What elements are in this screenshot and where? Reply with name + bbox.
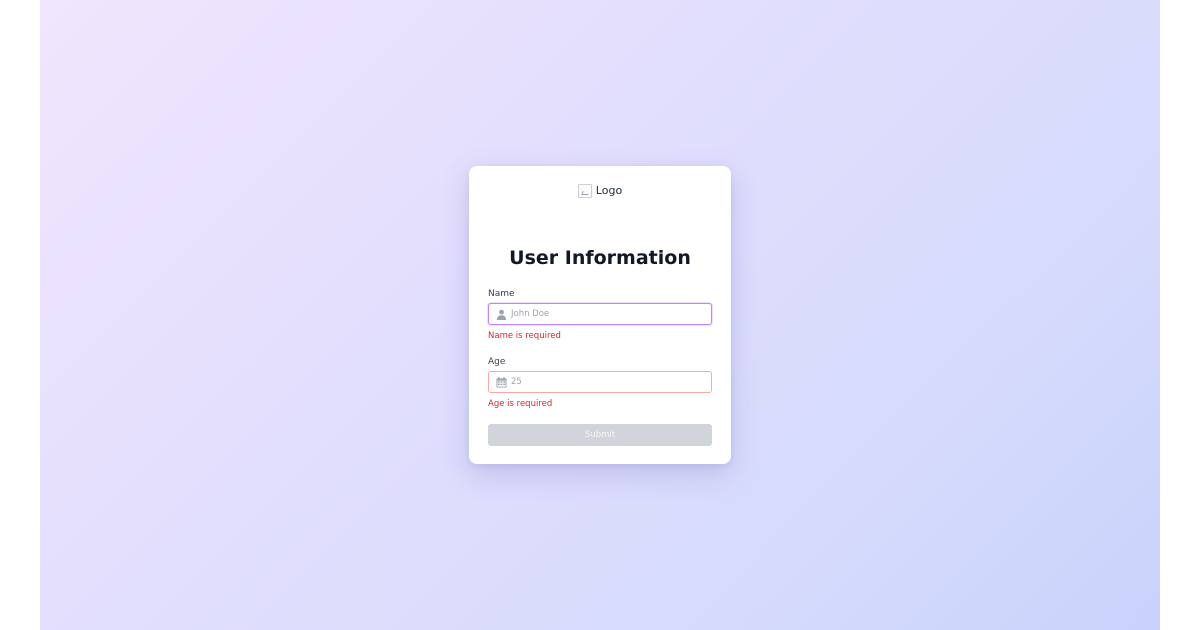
name-error: Name is required: [488, 331, 561, 341]
age-input[interactable]: [511, 372, 707, 392]
age-field-group: Age Age is required: [488, 356, 712, 410]
logo: Logo: [488, 184, 712, 198]
name-input-wrapper[interactable]: [488, 303, 712, 325]
age-input-wrapper[interactable]: [488, 371, 712, 393]
calendar-icon: [496, 377, 507, 388]
age-label: Age: [488, 357, 506, 367]
user-icon: [496, 309, 507, 320]
name-input[interactable]: [511, 304, 707, 324]
age-error: Age is required: [488, 399, 553, 409]
page-background: Logo User Information Name Name is requi…: [40, 0, 1160, 630]
name-field-group: Name Name is required: [488, 288, 712, 342]
name-label: Name: [488, 289, 515, 299]
logo-alt-text: Logo: [595, 184, 623, 197]
form-title: User Information: [509, 247, 691, 269]
user-info-card: Logo User Information Name Name is requi…: [469, 166, 731, 464]
broken-image-icon: [577, 184, 592, 198]
submit-button[interactable]: Submit: [488, 424, 712, 446]
